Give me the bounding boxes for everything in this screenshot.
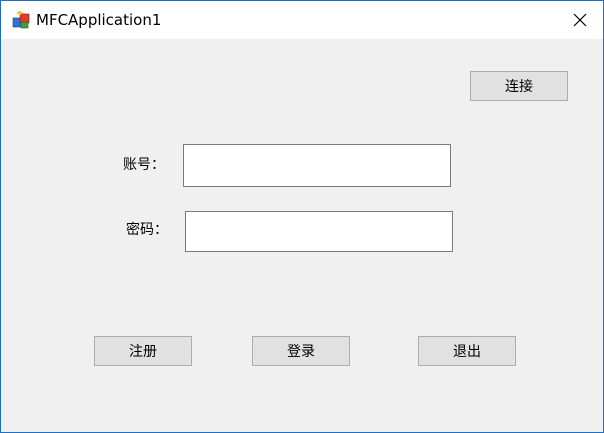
password-label: 密码： [126,222,168,238]
close-icon [573,13,587,27]
password-field[interactable] [185,211,453,252]
title-bar: MFCApplication1 [1,1,603,39]
app-window: MFCApplication1 连接 账号： 密码： 注册 登录 退出 [0,0,604,433]
account-field[interactable] [183,144,451,187]
exit-button[interactable]: 退出 [418,336,516,366]
mfc-app-icon [11,10,31,30]
login-button[interactable]: 登录 [252,336,350,366]
close-button[interactable] [557,1,603,39]
connect-button[interactable]: 连接 [470,71,568,101]
register-button[interactable]: 注册 [94,336,192,366]
account-label: 账号： [123,157,165,173]
window-title: MFCApplication1 [36,11,162,29]
